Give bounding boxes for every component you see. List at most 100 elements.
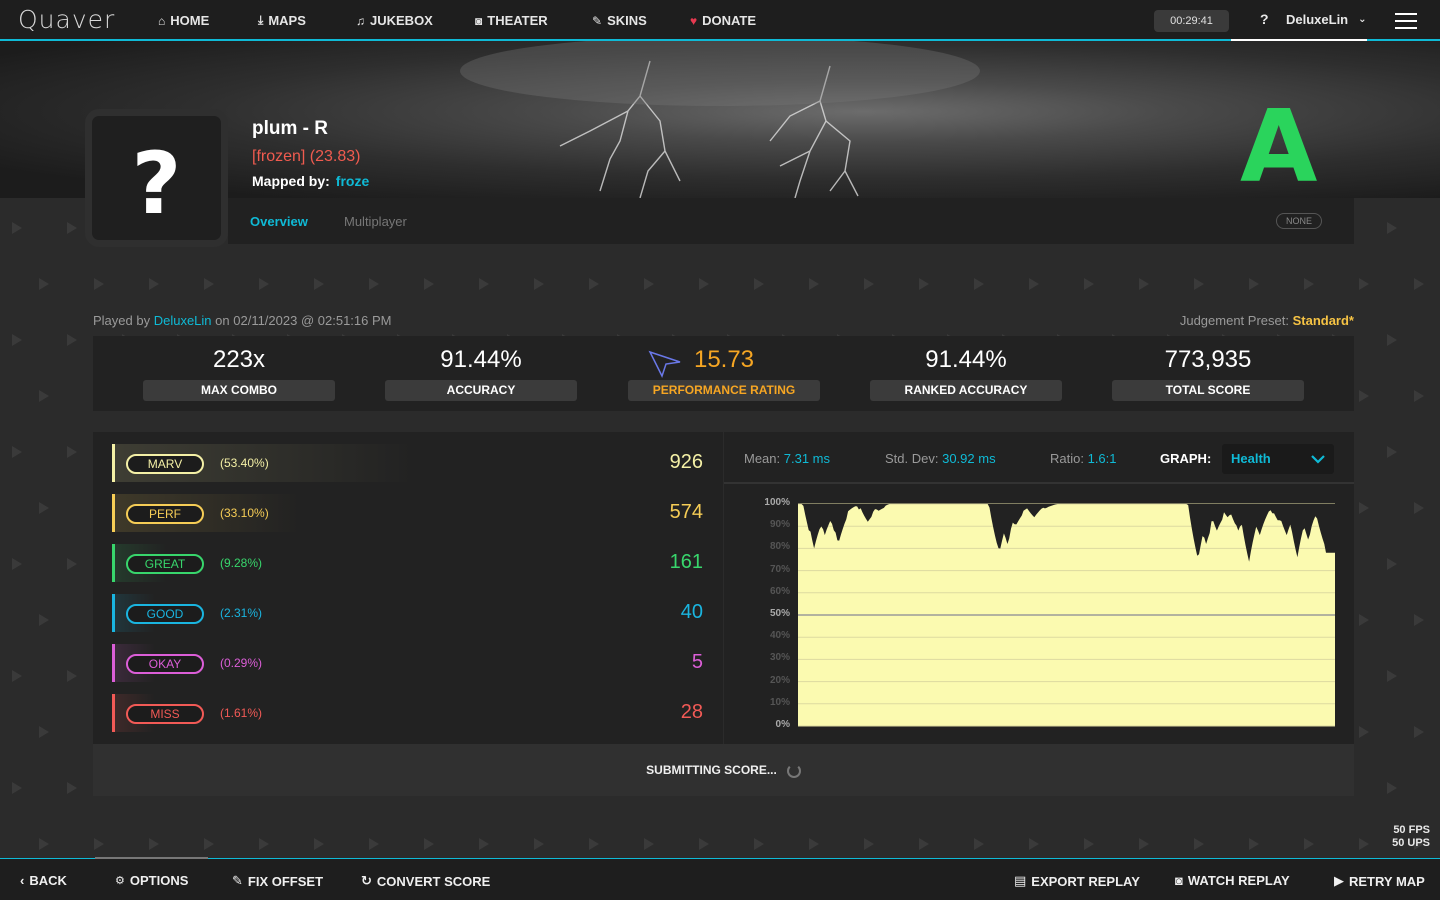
- mapped-by: Mapped by: froze: [252, 173, 369, 189]
- ups-value: 50 UPS: [1392, 837, 1430, 849]
- judgement-percent: (53.40%): [220, 456, 269, 470]
- options-underline: [95, 857, 208, 859]
- mods-badge: NONE: [1276, 213, 1322, 229]
- judgement-row-good: GOOD (2.31%) 40: [112, 594, 712, 632]
- ratio-value: 1.6:1: [1087, 451, 1117, 466]
- help-button[interactable]: ?: [1260, 11, 1269, 27]
- judgement-count: 28: [680, 701, 703, 723]
- background-triangle: [39, 278, 49, 290]
- judgement-row-okay: OKAY (0.29%) 5: [112, 644, 712, 682]
- background-triangle: [809, 278, 819, 290]
- background-triangle: [1139, 838, 1149, 850]
- retry-map-label: RETRY MAP: [1349, 873, 1425, 889]
- mapped-by-label: Mapped by:: [252, 173, 330, 189]
- judgement-count: 40: [680, 601, 703, 623]
- watch-replay-button[interactable]: ◙ WATCH REPLAY: [1175, 873, 1290, 888]
- tab-multiplayer[interactable]: Multiplayer: [344, 214, 407, 229]
- graph-y-tick-label: 40%: [769, 630, 790, 642]
- score-stats: 223x MAX COMBO 91.44% ACCURACY 15.73 PERFOR…: [93, 336, 1354, 411]
- graph-y-tick-label: 100%: [764, 497, 790, 508]
- nav-theater-label: THEATER: [487, 13, 548, 28]
- player-link[interactable]: DeluxeLin: [154, 313, 212, 328]
- mean-stat: Mean: 7.31 ms: [744, 451, 830, 466]
- background-triangle: [39, 614, 49, 626]
- music-icon: ♫: [356, 13, 365, 28]
- bottom-action-bar: ‹ BACK ⚙ OPTIONS ✎ FIX OFFSET ↻ CONVERT SCOR…: [0, 858, 1440, 900]
- judgement-name-pill: PERF: [126, 504, 204, 524]
- background-triangle: [369, 278, 379, 290]
- export-replay-button[interactable]: ▤ EXPORT REPLAY: [1014, 873, 1140, 889]
- home-icon: ⌂: [158, 13, 166, 28]
- hamburger-menu-icon[interactable]: [1395, 13, 1417, 29]
- std-dev-stat: Std. Dev: 30.92 ms: [885, 451, 996, 466]
- ratio-stat: Ratio: 1.6:1: [1050, 451, 1117, 466]
- background-triangle: [67, 334, 77, 346]
- gears-icon: ⚙: [115, 875, 125, 887]
- graph-y-tick-label: 60%: [769, 585, 790, 597]
- judgement-count: 161: [669, 551, 703, 573]
- graph-type-value: Health: [1231, 451, 1271, 466]
- background-triangle: [1359, 390, 1369, 402]
- stat-performance-rating: 15.73 PERFORMANCE RATING: [628, 346, 820, 401]
- background-triangle: [204, 838, 214, 850]
- background-triangle: [67, 222, 77, 234]
- judgement-count: 926: [669, 451, 703, 473]
- nav-jukebox-label: JUKEBOX: [370, 13, 433, 28]
- retry-map-button[interactable]: ▶ RETRY MAP: [1334, 873, 1425, 889]
- background-triangle: [479, 278, 489, 290]
- judgement-breakdown: MARV (53.40%) 926 PERF (33.10%) 574 GREAT (9.28…: [93, 432, 723, 744]
- background-triangle: [12, 558, 22, 570]
- background-triangle: [1387, 446, 1397, 458]
- background-triangle: [1194, 838, 1204, 850]
- played-by-label: Played by: [93, 313, 151, 328]
- refresh-icon: ↻: [361, 873, 372, 888]
- graph-y-tick-label: 50%: [769, 608, 790, 619]
- camera-icon: ◙: [475, 13, 483, 28]
- background-triangle: [204, 278, 214, 290]
- fps-counter: 50 FPS 50 UPS: [1392, 824, 1430, 850]
- options-button[interactable]: ⚙ OPTIONS: [115, 873, 188, 888]
- stat-value: 91.44%: [440, 346, 522, 373]
- nav-home[interactable]: ⌂ HOME: [158, 13, 209, 28]
- background-triangle: [974, 838, 984, 850]
- back-button[interactable]: ‹ BACK: [20, 873, 67, 888]
- brush-icon: ✎: [592, 13, 603, 28]
- stat-total-score: 773,935 TOTAL SCORE: [1112, 346, 1304, 401]
- fix-offset-button[interactable]: ✎ FIX OFFSET: [232, 873, 323, 889]
- camera-icon: ◙: [1175, 873, 1183, 888]
- background-triangle: [534, 838, 544, 850]
- graph-type-label: GRAPH:: [1160, 451, 1212, 466]
- background-triangle: [1029, 838, 1039, 850]
- judgement-preset-value: Standard*: [1292, 313, 1354, 328]
- user-menu[interactable]: DeluxeLin ⌄: [1286, 12, 1367, 27]
- played-by-info: Played by DeluxeLin on 02/11/2023 @ 02:5…: [93, 313, 391, 328]
- nav-skins[interactable]: ✎ SKINS: [592, 13, 647, 28]
- stat-label: ACCURACY: [385, 380, 577, 401]
- stat-ranked-accuracy: 91.44% RANKED ACCURACY: [870, 346, 1062, 401]
- nav-maps[interactable]: ⤓ MAPS: [258, 13, 306, 28]
- play-icon: ▶: [1334, 873, 1344, 888]
- judgement-name-pill: GOOD: [126, 604, 204, 624]
- judgement-name-pill: MISS: [126, 704, 204, 724]
- background-triangle: [699, 278, 709, 290]
- convert-score-button[interactable]: ↻ CONVERT SCORE: [361, 873, 490, 889]
- judgement-preset-label: Judgement Preset:: [1179, 313, 1289, 328]
- nav-donate[interactable]: ♥ DONATE: [690, 13, 756, 28]
- options-label: OPTIONS: [129, 873, 189, 888]
- graph-header: Mean: 7.31 ms Std. Dev: 30.92 ms Ratio: …: [724, 432, 1354, 484]
- graph-type-dropdown[interactable]: Health: [1222, 444, 1334, 474]
- creator-link[interactable]: froze: [336, 173, 369, 189]
- background-triangle: [644, 838, 654, 850]
- quaver-logo[interactable]: Quaver: [18, 5, 115, 34]
- stat-value: 223x: [212, 346, 266, 373]
- judgement-percent: (0.29%): [220, 656, 263, 670]
- background-triangle: [67, 782, 77, 794]
- nav-jukebox[interactable]: ♫ JUKEBOX: [356, 13, 433, 28]
- background-triangle: [1304, 838, 1314, 850]
- nav-theater[interactable]: ◙ THEATER: [475, 13, 548, 28]
- tab-overview[interactable]: Overview: [250, 214, 308, 229]
- nav-home-label: HOME: [170, 13, 210, 28]
- session-timer: 00:29:41: [1154, 10, 1229, 32]
- judgement-count: 5: [691, 651, 703, 673]
- background-triangle: [1387, 558, 1397, 570]
